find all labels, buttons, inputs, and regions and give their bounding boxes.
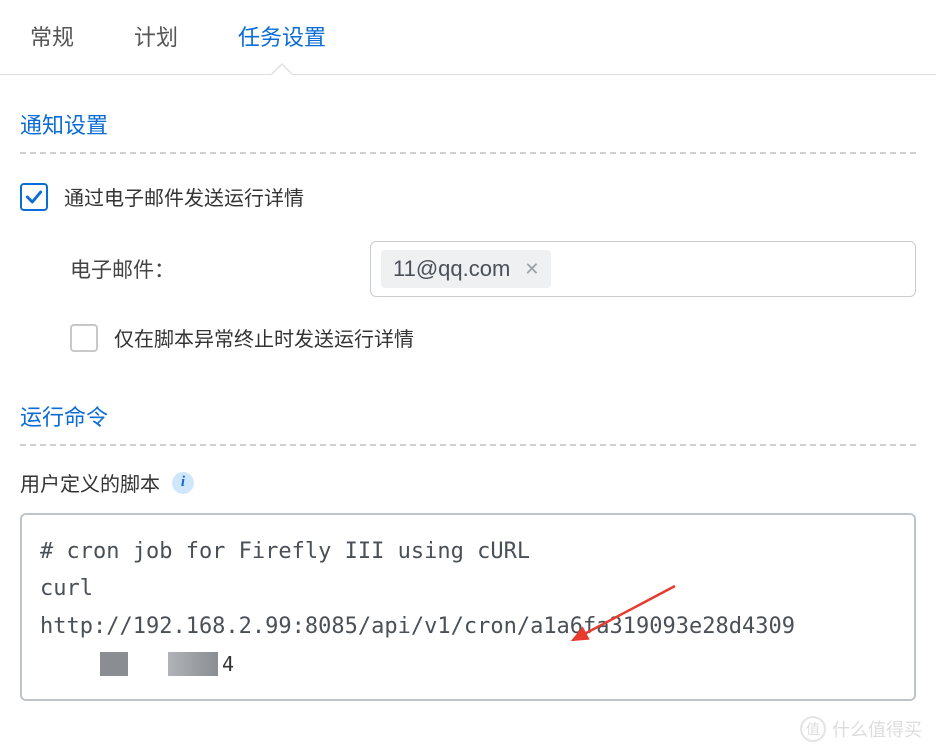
user-script-textarea[interactable]: # cron job for Firefly III using cURL cu… xyxy=(20,513,916,701)
tab-bar: 常规 计划 任务设置 xyxy=(0,0,936,75)
check-icon xyxy=(24,187,44,207)
label-email: 电子邮件： xyxy=(70,254,360,284)
row-user-script-label: 用户定义的脚本 i xyxy=(20,446,916,513)
close-icon[interactable]: ✕ xyxy=(524,260,539,278)
info-icon[interactable]: i xyxy=(172,472,194,494)
row-email-field: 电子邮件： 11@qq.com ✕ xyxy=(20,223,916,315)
script-line-3: http://192.168.2.99:8085/api/v1/cron/a1a… xyxy=(40,608,896,645)
section-title-run-command: 运行命令 xyxy=(20,382,916,444)
label-user-script: 用户定义的脚本 xyxy=(20,468,160,497)
tab-general[interactable]: 常规 xyxy=(20,0,84,74)
script-line-2: curl xyxy=(40,570,896,607)
watermark: 值 什么值得买 xyxy=(800,716,922,742)
email-tag: 11@qq.com ✕ xyxy=(381,250,551,288)
script-line-1: # cron job for Firefly III using cURL xyxy=(40,533,896,570)
tab-task-settings[interactable]: 任务设置 xyxy=(228,0,336,74)
tab-schedule[interactable]: 计划 xyxy=(124,0,188,74)
row-only-on-error: 仅在脚本异常终止时发送运行详情 xyxy=(20,315,916,360)
email-tag-text: 11@qq.com xyxy=(393,256,510,282)
checkbox-only-on-error[interactable] xyxy=(70,324,98,352)
section-title-notification: 通知设置 xyxy=(20,90,916,152)
watermark-icon: 值 xyxy=(800,716,826,742)
checkbox-email-details[interactable] xyxy=(20,183,48,211)
redacted-block xyxy=(100,652,128,676)
script-line-4: 4 xyxy=(40,647,896,681)
row-email-details: 通过电子邮件发送运行详情 xyxy=(20,154,916,223)
redacted-block xyxy=(168,652,218,676)
label-email-details: 通过电子邮件发送运行详情 xyxy=(64,182,304,211)
content-area: 通知设置 通过电子邮件发送运行详情 电子邮件： 11@qq.com ✕ 仅在脚本… xyxy=(0,75,936,716)
cursor-char: 4 xyxy=(222,647,234,681)
label-only-on-error: 仅在脚本异常终止时发送运行详情 xyxy=(114,323,414,352)
email-tag-input[interactable]: 11@qq.com ✕ xyxy=(370,241,916,297)
watermark-text: 什么值得买 xyxy=(832,716,922,742)
